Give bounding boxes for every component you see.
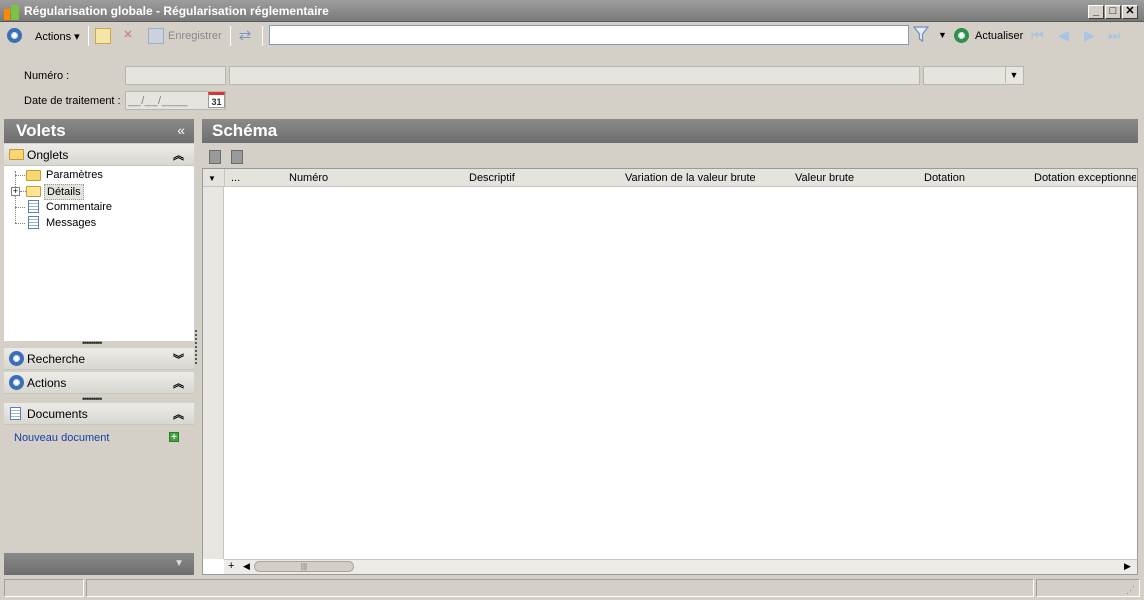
schema-grid <box>202 168 1138 575</box>
tree-item-commentaire[interactable]: Commentaire <box>46 201 112 213</box>
splitter-grip[interactable] <box>195 330 199 364</box>
tree-item-details[interactable]: Détails <box>44 184 84 200</box>
new-document-link[interactable]: Nouveau document <box>14 432 109 444</box>
scroll-thumb[interactable]: ||| <box>254 561 354 572</box>
dropdown-arrow-icon: ▾ <box>74 31 80 43</box>
search-field[interactable] <box>269 25 909 45</box>
date-label: Date de traitement : <box>24 95 121 107</box>
column-header-descriptif[interactable]: Descriptif <box>469 172 515 184</box>
delete-icon[interactable]: ✕ <box>120 28 136 44</box>
toolbar-separator <box>262 26 263 46</box>
row-indicator-column <box>203 187 224 559</box>
tree-line <box>15 171 16 223</box>
save-button[interactable]: Enregistrer <box>168 30 222 42</box>
actions-group[interactable]: Actions ︽ <box>4 372 194 394</box>
status-cell <box>4 579 84 597</box>
resize-grip[interactable]: ••••••••• <box>82 338 102 348</box>
documents-group[interactable]: Documents ︽ <box>4 403 194 425</box>
numero-description-field[interactable] <box>229 66 920 85</box>
document-icon <box>28 200 39 213</box>
document-icon <box>28 216 39 229</box>
column-header[interactable]: ... <box>231 172 240 184</box>
recherche-label: Recherche <box>27 352 86 366</box>
chevron-down-icon[interactable]: ▼ <box>174 558 184 569</box>
grid-edit-icon[interactable] <box>231 150 243 164</box>
search-input[interactable] <box>270 26 908 44</box>
chevron-down-icon[interactable]: ▼ <box>1005 67 1022 83</box>
new-record-icon[interactable] <box>95 28 111 44</box>
actions-group-label: Actions <box>27 376 67 390</box>
app-logo-icon <box>4 4 20 20</box>
refresh-icon[interactable] <box>954 28 969 43</box>
tree-item-parametres[interactable]: Paramètres <box>46 169 103 181</box>
actions-menu[interactable]: Actions ▾ <box>35 30 80 43</box>
grid-toolbar <box>202 146 1138 168</box>
volets-title: Volets <box>16 121 66 140</box>
column-header-dotation[interactable]: Dotation <box>924 172 965 184</box>
onglets-group[interactable]: Onglets ︽ <box>4 144 194 166</box>
folder-icon <box>26 170 41 181</box>
calendar-icon[interactable]: 31 <box>208 92 225 108</box>
numero-field[interactable] <box>125 66 226 85</box>
previous-record-icon[interactable]: ◀ <box>1058 27 1069 44</box>
folder-open-icon <box>26 186 41 197</box>
column-header-valeur-brute[interactable]: Valeur brute <box>795 172 854 184</box>
chevron-up-icon[interactable]: ︽ <box>173 147 184 163</box>
chevron-up-icon[interactable]: ︽ <box>173 406 184 422</box>
scroll-right-icon[interactable]: ▶ <box>1124 561 1131 572</box>
volets-header: Volets « <box>4 119 194 143</box>
tree-line <box>15 223 25 224</box>
documents-label: Documents <box>27 407 88 421</box>
folder-icon <box>9 149 24 160</box>
schema-header: Schéma <box>202 119 1138 143</box>
collapse-icon[interactable]: « <box>177 122 185 138</box>
tree-item-messages[interactable]: Messages <box>46 217 96 229</box>
filter-dropdown-icon[interactable]: ▼ <box>938 30 947 40</box>
grid-new-icon[interactable] <box>209 150 221 164</box>
add-row-icon[interactable]: + <box>228 560 234 572</box>
title-bar: Régularisation globale - Régularisation … <box>0 0 1144 22</box>
tree-line <box>15 175 25 176</box>
toolbar-separator <box>230 26 231 46</box>
next-record-icon[interactable]: ▶ <box>1084 27 1095 44</box>
resize-corner-icon[interactable]: ⋰ <box>1126 585 1135 596</box>
scroll-left-icon[interactable]: ◀ <box>243 561 250 572</box>
recherche-group[interactable]: Recherche ︾ <box>4 348 194 370</box>
window-title: Régularisation globale - Régularisation … <box>24 4 329 18</box>
numero-label: Numéro : <box>24 70 70 82</box>
documents-icon <box>10 407 21 420</box>
status-cell <box>86 579 1034 597</box>
column-header-variation[interactable]: Variation de la valeur brute <box>625 172 756 184</box>
pane-bottom-bar: ▼ <box>4 553 194 575</box>
status-cell <box>1036 579 1140 597</box>
nav-circle-icon[interactable] <box>7 28 22 43</box>
add-icon[interactable]: + <box>169 432 179 443</box>
sync-icon[interactable]: ⇄ <box>237 28 253 44</box>
chevron-up-icon[interactable]: ︽ <box>173 375 184 391</box>
refresh-button[interactable]: Actualiser <box>975 30 1023 42</box>
search-circle-icon <box>9 351 24 366</box>
save-icon[interactable] <box>148 28 164 44</box>
actions-circle-icon <box>9 375 24 390</box>
horizontal-scrollbar[interactable] <box>224 559 1137 574</box>
schema-title: Schéma <box>212 121 278 140</box>
toolbar-separator <box>88 26 89 46</box>
close-button[interactable]: ✕ <box>1122 5 1138 19</box>
last-record-icon[interactable]: ⏭ <box>1108 27 1121 44</box>
actions-menu-label: Actions <box>35 31 72 43</box>
column-header-dotation-exceptionnelle[interactable]: Dotation exceptionne <box>1034 172 1136 184</box>
date-placeholder: __/__/____ <box>128 95 189 107</box>
first-record-icon[interactable]: ⏮ <box>1031 27 1044 44</box>
maximize-button[interactable]: □ <box>1105 5 1121 19</box>
expand-icon[interactable]: + <box>11 187 20 196</box>
column-header-numero[interactable]: Numéro <box>289 172 328 184</box>
onglets-label: Onglets <box>27 148 69 162</box>
minimize-button[interactable]: _ <box>1088 5 1104 19</box>
column-menu-icon[interactable]: ▼ <box>208 174 216 183</box>
tree-line <box>15 207 25 208</box>
filter-icon[interactable] <box>912 26 930 43</box>
column-divider <box>224 169 225 187</box>
chevron-down-icon[interactable]: ︾ <box>173 351 184 367</box>
